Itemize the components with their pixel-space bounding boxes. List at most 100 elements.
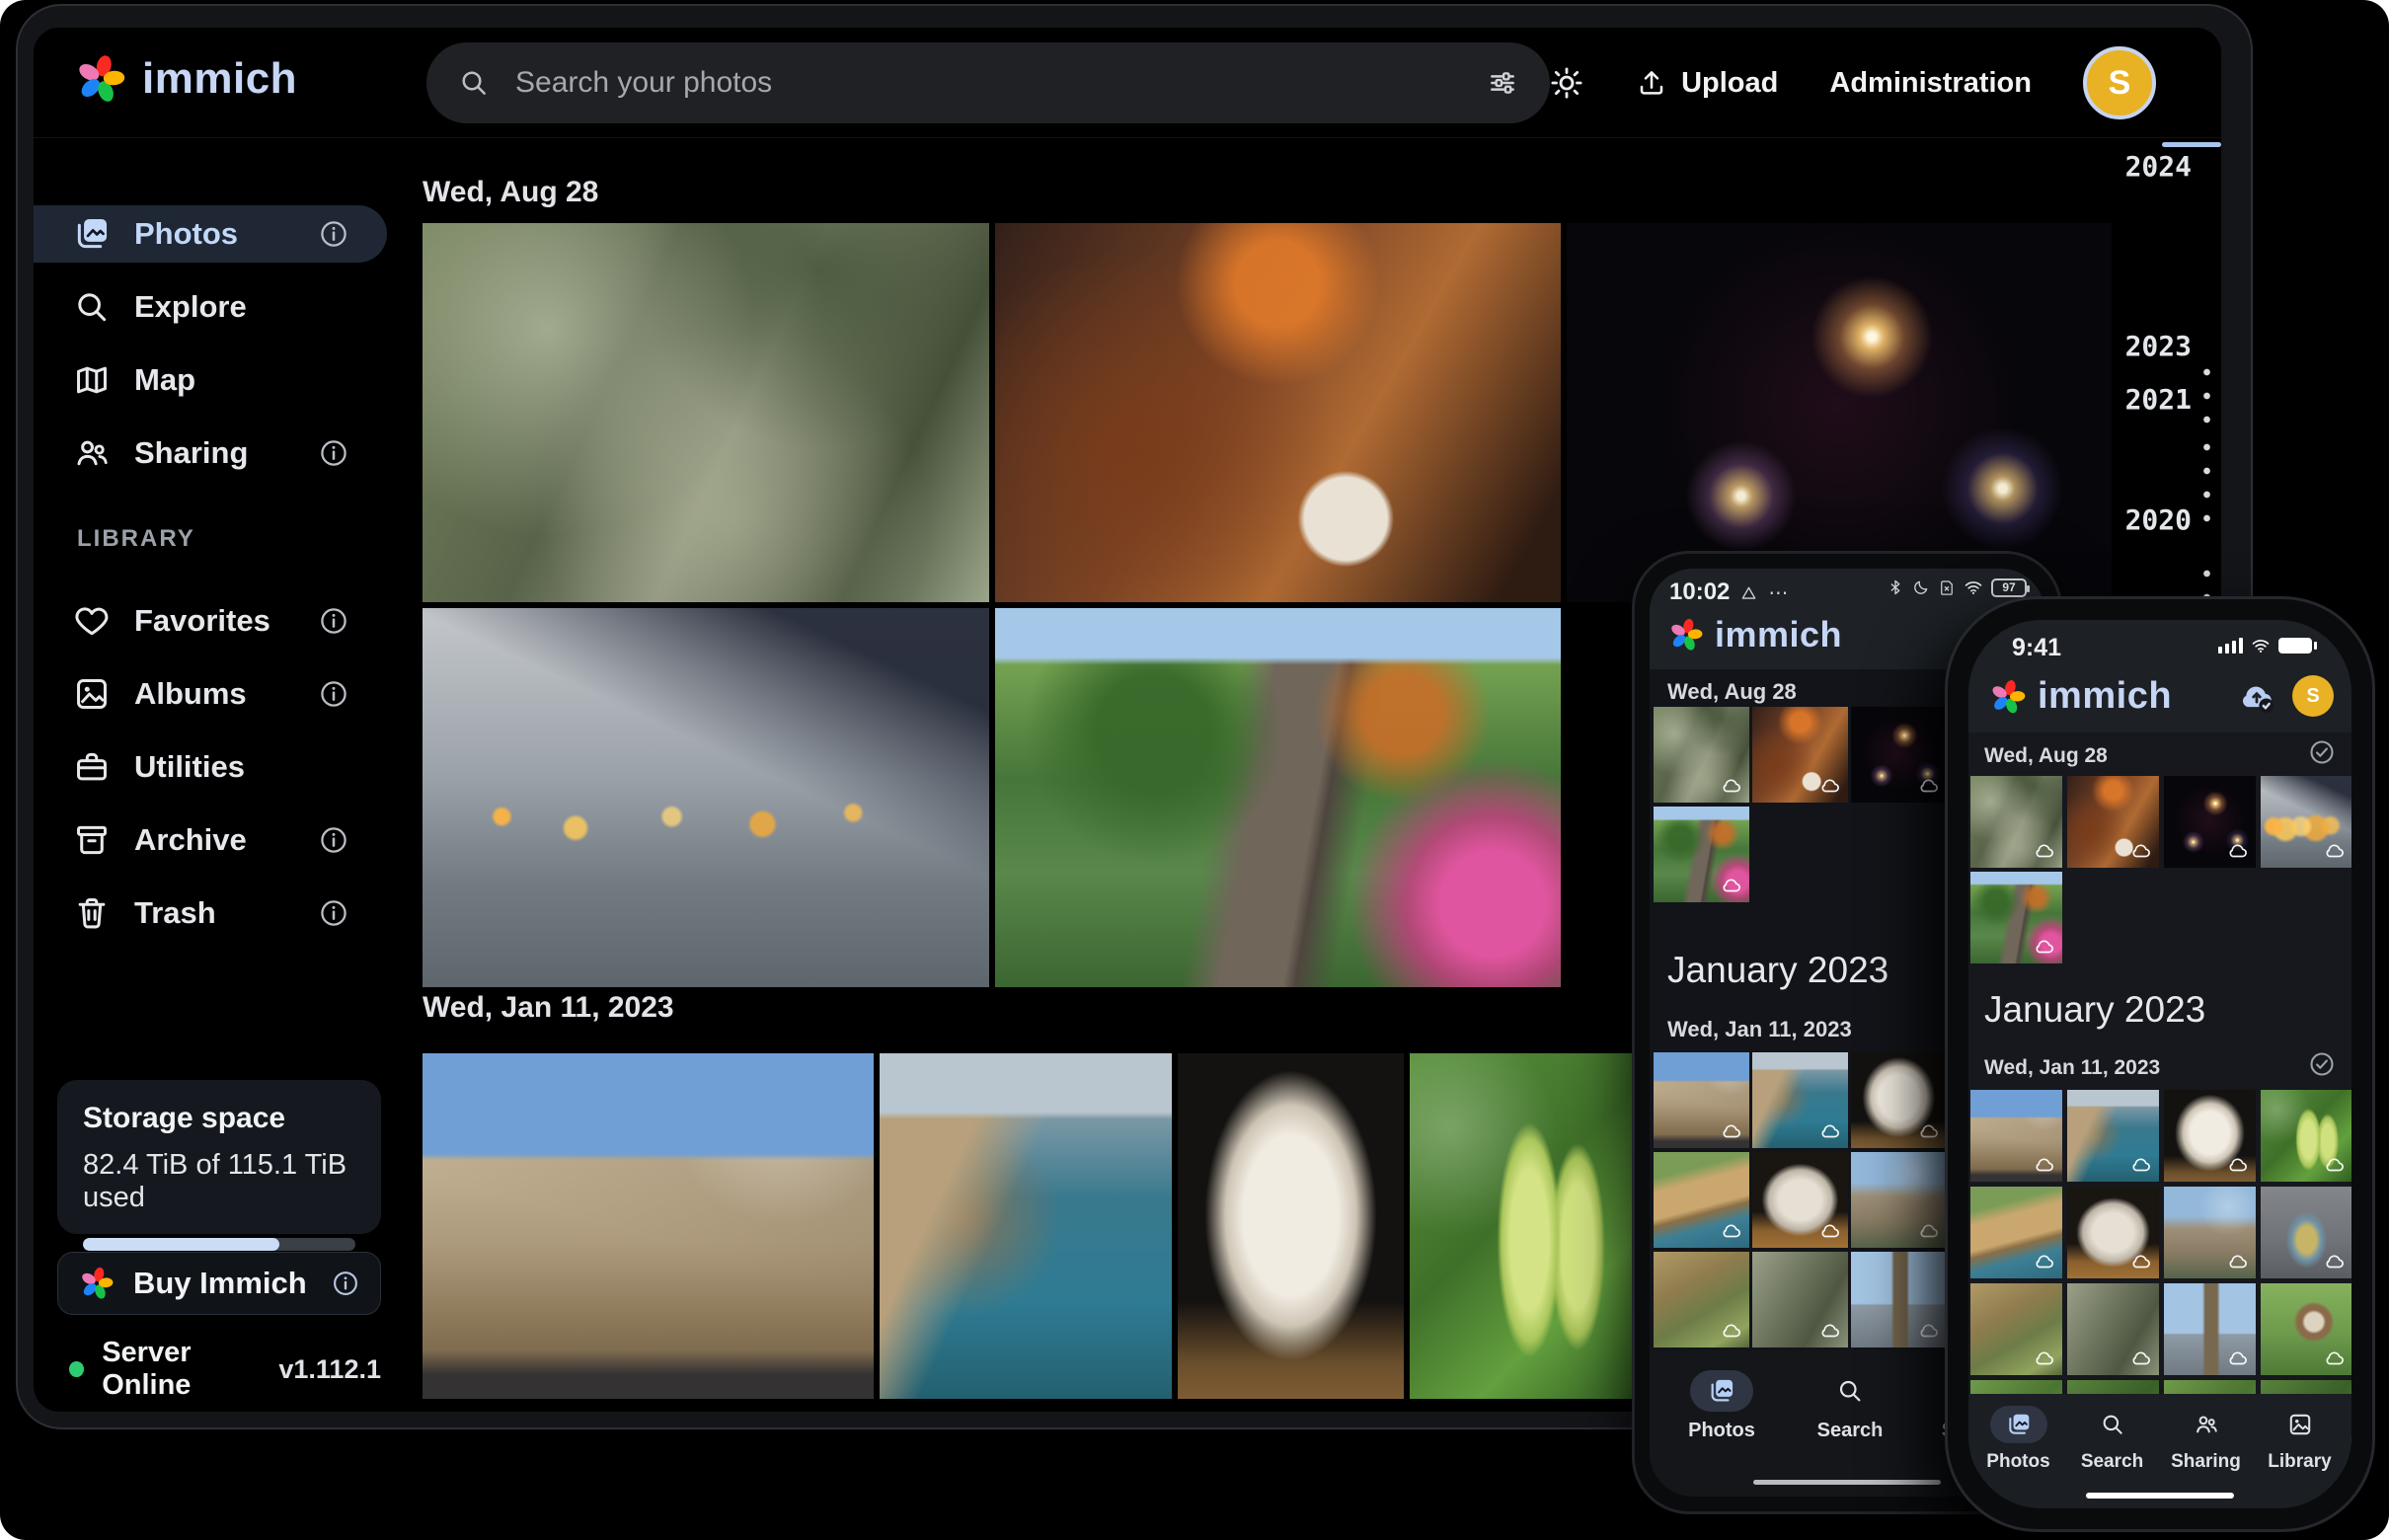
phone2-nav-library[interactable]: Library [2258,1406,2342,1473]
thumb-ornament[interactable] [2261,1187,2351,1278]
cloud-sync-icon [2033,1153,2056,1177]
phone2-nav-photos[interactable]: Photos [1976,1406,2060,1473]
sidebar-item-explore[interactable]: Explore [34,278,399,336]
select-all-check-icon[interactable] [2308,738,2336,766]
photo-autumn-dinner-table[interactable] [995,223,1561,602]
thumb-beach-cliff[interactable] [1654,1152,1749,1248]
photo-holding-hands[interactable] [423,608,989,987]
cloud-sync-icon [1818,1119,1842,1143]
thumb-zoo-monkeys[interactable] [1970,776,2062,868]
phone1-app-logo: immich [1667,614,1842,655]
info-icon[interactable] [318,824,349,856]
photo-autumn-park-path[interactable] [995,608,1561,987]
phone1-nav-photos[interactable]: Photos [1677,1370,1766,1442]
thumb-fireworks[interactable] [2164,776,2256,868]
cloud-sync-icon [2033,1250,2056,1273]
buy-immich-button[interactable]: Buy Immich [57,1252,381,1315]
thumb-coastal-bay[interactable] [1752,1052,1848,1148]
phone2-nav-search[interactable]: Search [2070,1406,2154,1473]
phone2-nav-sharing[interactable]: Sharing [2164,1406,2248,1473]
timeline-year-2020[interactable]: 2020 [2122,503,2192,536]
home-indicator[interactable] [1753,1480,1941,1485]
thumb-autumn-park[interactable] [1654,807,1749,902]
info-icon[interactable] [318,605,349,637]
select-all-check-icon[interactable] [2308,1050,2336,1078]
sidebar-item-map[interactable]: Map [34,351,399,409]
sidebar-item-favorites[interactable]: Favorites [34,592,399,650]
thumb-autumn-dinner[interactable] [2067,776,2159,868]
thumb-autumn-dinner[interactable] [1752,707,1848,803]
search-bar[interactable] [426,42,1550,123]
cloud-sync-icon [2323,1153,2347,1177]
photo-fireworks[interactable] [1567,223,2112,602]
thumb-autumn-park[interactable] [1970,872,2062,963]
upload-button[interactable]: Upload [1636,67,1778,100]
sidebar-item-trash[interactable]: Trash [34,885,399,942]
upload-label: Upload [1681,67,1778,100]
timeline-tick-dots [2203,442,2210,537]
sidebar-item-albums[interactable]: Albums [34,665,399,723]
thumb-green-berries[interactable] [2261,1090,2351,1182]
info-icon[interactable] [318,218,349,250]
thumb-coastal-bay[interactable] [2067,1090,2159,1182]
photo-marble-bust[interactable] [1178,1053,1404,1399]
photo-zoo-monkeys[interactable] [423,223,989,602]
phone2-user-avatar[interactable]: S [2292,675,2334,717]
thumb-ruins[interactable] [2164,1187,2256,1278]
thumb-fireworks[interactable] [1851,707,1947,803]
thumb-ruins[interactable] [1851,1152,1947,1248]
cloud-sync-icon [2226,839,2250,863]
storage-space-card: Storage space 82.4 TiB of 115.1 TiB used [57,1080,381,1234]
photo-coastal-bay[interactable] [880,1053,1172,1399]
sidebar-item-utilities[interactable]: Utilities [34,738,399,796]
user-avatar[interactable]: S [2083,46,2156,119]
thumb-stone-sculpture[interactable] [1752,1152,1848,1248]
thumb-beach-cliff[interactable] [1970,1187,2062,1278]
sidebar-label-explore: Explore [134,289,247,325]
sidebar-item-photos[interactable]: Photos [34,205,387,263]
phone1-nav-search[interactable]: Search [1806,1370,1894,1442]
info-icon[interactable] [318,897,349,929]
thumb-holding-hands[interactable] [2261,776,2351,868]
timeline-year-2024[interactable]: 2024 [2122,150,2192,183]
thumb-marble-bust[interactable] [1851,1052,1947,1148]
thumb-fortress[interactable] [1654,1052,1749,1148]
search-input[interactable] [515,66,1461,100]
immich-flower-icon [1667,616,1705,654]
timeline-year-2023[interactable]: 2023 [2122,330,2192,362]
dnd-moon-icon [1912,578,1930,596]
thumb-marble-bust[interactable] [2164,1090,2256,1182]
search-filters-icon[interactable] [1487,67,1518,99]
timeline-year-2021[interactable]: 2021 [2122,383,2192,416]
albums-icon [73,675,111,713]
sidebar-item-sharing[interactable]: Sharing [34,424,399,482]
thumb-stone-bridge[interactable] [1654,1252,1749,1348]
administration-link[interactable]: Administration [1829,67,2032,100]
server-version: v1.112.1 [278,1354,381,1385]
info-icon[interactable] [318,678,349,710]
thumb-lizard[interactable] [2067,1283,2159,1375]
info-icon[interactable] [331,1269,360,1298]
thumb-stone-sculpture[interactable] [2067,1187,2159,1278]
library-section-heading: LIBRARY [77,525,195,553]
photo-green-berries[interactable] [1410,1053,1640,1399]
thumb-fortress[interactable] [1970,1090,2062,1182]
phone1-nav-label: Search [1817,1420,1884,1442]
info-icon[interactable] [318,437,349,469]
thumb-stone-bridge[interactable] [1970,1283,2062,1375]
cloud-backup-icon[interactable] [2235,675,2278,719]
thumb-zoo-monkeys[interactable] [1654,707,1749,803]
phone2-bottom-nav: Photos Search Sharing Library [1968,1394,2351,1508]
theme-toggle-sun-icon[interactable] [1549,65,1584,101]
thumb-tower[interactable] [2164,1283,2256,1375]
upload-icon [1636,67,1667,99]
photo-fortress-walls[interactable] [423,1053,874,1399]
thumb-farmhouse[interactable] [2261,1283,2351,1375]
thumb-lizard[interactable] [1752,1252,1848,1348]
sidebar-item-archive[interactable]: Archive [34,811,399,869]
thumb-tower[interactable] [1851,1252,1947,1348]
selected-nav-pill [1990,1406,2047,1443]
home-indicator[interactable] [2086,1493,2234,1499]
cloud-sync-icon [1720,774,1743,798]
timeline-scrubber-position[interactable] [2162,142,2221,147]
